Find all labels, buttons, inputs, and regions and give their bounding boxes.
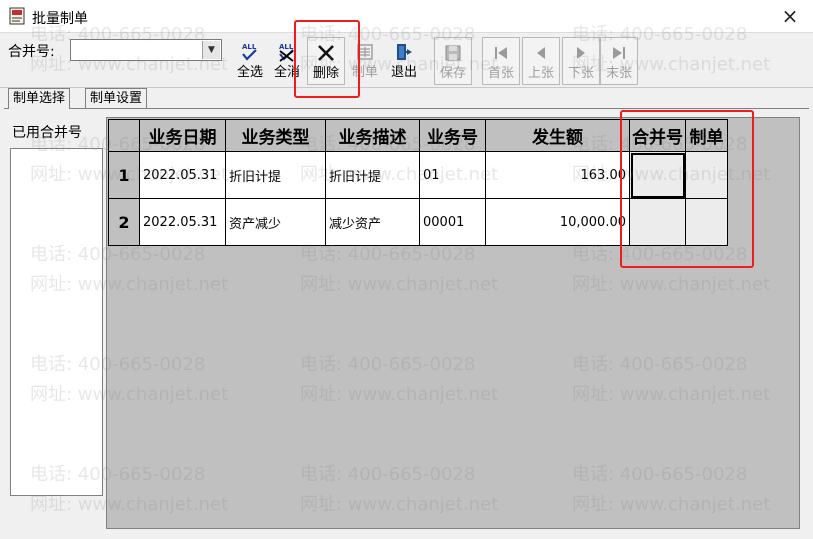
delete-label: 删除 [312,66,339,81]
merge-number-label: 合并号: [8,44,55,60]
chevron-down-icon[interactable]: ▼ [202,41,220,59]
save-button[interactable]: 保存 [434,37,472,85]
cell-desc[interactable]: 折旧计提 [325,151,420,199]
prev-page-label: 上张 [527,66,554,81]
next-page-icon [570,40,592,66]
select-all-icon: ALL [239,39,261,65]
cell-amount[interactable]: 10,000.00 [485,198,630,246]
close-button[interactable]: × [767,0,813,32]
used-merge-list[interactable] [10,148,103,496]
prev-page-icon [530,40,552,66]
corner-cell [108,119,140,152]
first-page-label: 首张 [487,66,514,81]
tab-voucher-select-label: 制单选择 [13,91,66,106]
make-voucher-icon [354,39,376,65]
save-label: 保存 [439,66,466,81]
cell-type[interactable]: 资产减少 [225,198,326,246]
title-bar: 批量制单 × [0,0,813,33]
col-header-amount[interactable]: 发生额 [485,119,630,152]
col-header-type[interactable]: 业务类型 [225,119,326,152]
close-icon: × [781,4,799,28]
cell-no[interactable]: 01 [419,151,486,199]
exit-label: 退出 [390,65,417,80]
cell-desc[interactable]: 减少资产 [325,198,420,246]
delete-button[interactable]: 删除 [307,37,345,85]
make-voucher-label: 制单 [351,65,378,80]
cell-make[interactable] [685,151,728,199]
last-page-button[interactable]: 末张 [600,37,638,85]
col-header-date[interactable]: 业务日期 [139,119,226,152]
col-header-desc[interactable]: 业务描述 [325,119,420,152]
exit-door-icon [393,39,415,65]
deselect-all-label: 全消 [273,65,300,80]
merge-number-combo[interactable]: ▼ [70,39,222,61]
last-page-label: 末张 [605,66,632,81]
app-icon [9,7,25,25]
cell-make[interactable] [685,198,728,246]
col-header-make[interactable]: 制单 [685,119,728,152]
delete-x-icon [315,40,337,66]
first-page-icon [490,40,512,66]
svg-text:ALL: ALL [279,43,294,51]
cell-amount[interactable]: 163.00 [485,151,630,199]
col-header-merge[interactable]: 合并号 [629,119,686,152]
cell-date[interactable]: 2022.05.31 [139,198,226,246]
cell-date[interactable]: 2022.05.31 [139,151,226,199]
business-grid[interactable]: 业务日期 业务类型 业务描述 业务号 发生额 合并号 制单 1 2022.05.… [106,117,800,529]
make-voucher-button[interactable]: 制单 [347,37,383,85]
business-table: 业务日期 业务类型 业务描述 业务号 发生额 合并号 制单 1 2022.05.… [108,119,728,246]
cell-no[interactable]: 00001 [419,198,486,246]
next-page-button[interactable]: 下张 [562,37,600,85]
last-page-icon [608,40,630,66]
table-row[interactable]: 1 2022.05.31 折旧计提 折旧计提 01 163.00 [108,151,728,199]
first-page-button[interactable]: 首张 [482,37,520,85]
tab-voucher-settings-label: 制单设置 [90,91,143,106]
tab-voucher-select[interactable]: 制单选择 [8,88,71,109]
exit-button[interactable]: 退出 [386,37,422,85]
toolbar: 合并号: ▼ ALL 全选 ALL 全消 删除 制单 退出 保存 首张 上张 下… [0,33,813,88]
cell-merge[interactable] [629,151,686,199]
deselect-all-button[interactable]: ALL 全消 [269,37,305,85]
row-number[interactable]: 2 [108,198,140,246]
table-row[interactable]: 2 2022.05.31 资产减少 减少资产 00001 10,000.00 [108,198,728,246]
deselect-all-icon: ALL [276,39,298,65]
col-header-no[interactable]: 业务号 [419,119,486,152]
prev-page-button[interactable]: 上张 [522,37,560,85]
select-all-button[interactable]: ALL 全选 [232,37,268,85]
cell-type[interactable]: 折旧计提 [225,151,326,199]
cell-merge[interactable] [629,198,686,246]
select-all-label: 全选 [236,65,263,80]
tab-voucher-settings[interactable]: 制单设置 [85,88,148,108]
window-title: 批量制单 [32,11,88,27]
row-number[interactable]: 1 [108,151,140,199]
used-merge-label: 已用合并号 [12,125,82,141]
table-header-row: 业务日期 业务类型 业务描述 业务号 发生额 合并号 制单 [108,119,728,152]
save-disk-icon [442,40,464,66]
next-page-label: 下张 [567,66,594,81]
